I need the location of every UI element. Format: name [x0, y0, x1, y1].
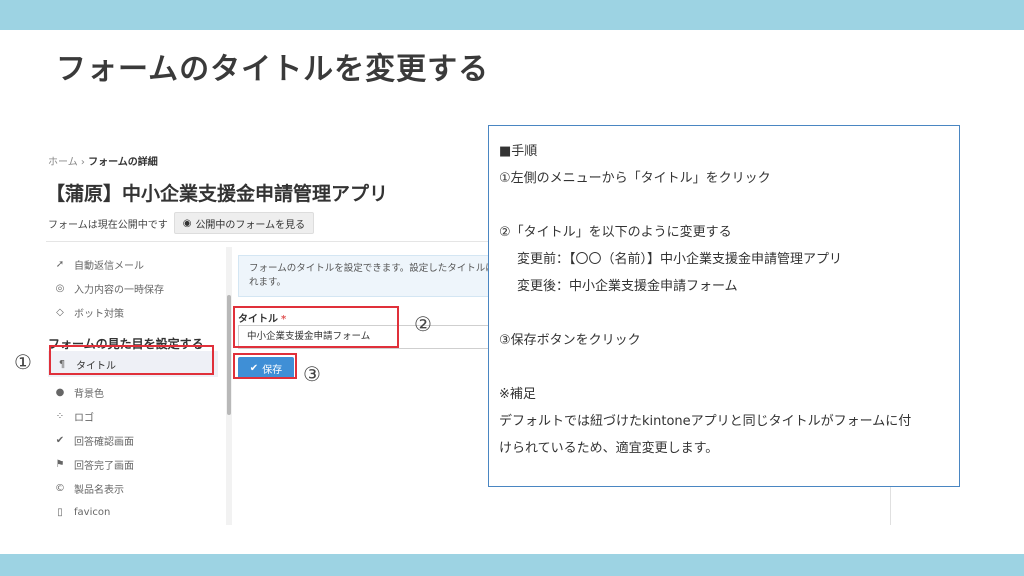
info-message-line: れます。 — [249, 277, 287, 288]
info-message: フォームのタイトルを設定できます。設定したタイトルは れます。 — [238, 255, 498, 297]
callout-three: ③ — [303, 362, 321, 386]
sidebar-item-confirm-screen[interactable]: ✔ 回答確認画面 — [54, 431, 134, 449]
note-spacer — [499, 300, 949, 327]
sidebar-item-label: 入力内容の一時保存 — [74, 284, 164, 296]
save-icon: ◎ — [55, 282, 65, 294]
sidebar-item-background[interactable]: ● 背景色 — [54, 383, 104, 401]
breadcrumb-home[interactable]: ホーム — [48, 157, 78, 168]
sidebar-item-label: 回答確認画面 — [74, 436, 134, 448]
paper-plane-icon: ➚ — [55, 258, 65, 270]
breadcrumb-separator: › — [80, 157, 85, 168]
sidebar-item-product-name[interactable]: © 製品名表示 — [54, 479, 124, 497]
sidebar-item-auto-reply[interactable]: ➚ 自動返信メール — [54, 255, 144, 273]
eye-icon: ◉ — [182, 217, 192, 229]
info-message-line: フォームのタイトルを設定できます。設定したタイトルは — [249, 263, 495, 274]
sidebar-item-favicon[interactable]: ▯ favicon — [54, 503, 110, 521]
note-step-2: ②「タイトル」を以下のように変更する — [499, 225, 732, 240]
note-supplement-heading: ※補足 — [499, 387, 536, 402]
public-status-text: フォームは現在公開中です — [48, 219, 168, 231]
sidebar-scrollbar-thumb[interactable] — [227, 295, 231, 415]
view-public-form-label: 公開中のフォームを見る — [195, 219, 306, 231]
flag-icon: ⚑ — [55, 458, 65, 470]
sidebar-item-temp-save[interactable]: ◎ 入力内容の一時保存 — [54, 279, 164, 297]
top-accent-band — [0, 0, 1024, 30]
note-heading: ■手順 — [499, 144, 538, 159]
sidebar-item-logo[interactable]: ⁘ ロゴ — [54, 407, 94, 425]
callout-two: ② — [414, 312, 432, 336]
sidebar-item-label: 回答完了画面 — [74, 460, 134, 472]
view-public-form-button[interactable]: ◉ 公開中のフォームを見る — [173, 212, 315, 234]
note-spacer — [499, 354, 949, 381]
settings-sidebar: ➚ 自動返信メール ◎ 入力内容の一時保存 ◇ ボット対策 フォームの見た目を設… — [46, 247, 236, 525]
note-step-1: ①左側のメニューから「タイトル」をクリック — [499, 171, 771, 186]
sidebar-item-bot-protection[interactable]: ◇ ボット対策 — [54, 303, 124, 321]
public-status-row: フォームは現在公開中です ◉ 公開中のフォームを見る — [48, 211, 315, 235]
note-supplement-line-1: デフォルトでは紐づけたkintoneアプリと同じタイトルがフォームに付 — [499, 414, 912, 429]
procedure-note: ■手順 ①左側のメニューから「タイトル」をクリック ②「タイトル」を以下のように… — [488, 125, 960, 487]
callout-one: ① — [14, 350, 32, 374]
logo-icon: ⁘ — [55, 410, 65, 422]
note-supplement-line-2: けられているため、適宜変更します。 — [499, 441, 719, 456]
breadcrumb-current: フォームの詳細 — [88, 157, 158, 168]
check-icon: ✔ — [55, 434, 65, 446]
sidebar-item-label: ロゴ — [74, 412, 94, 424]
sidebar-item-label: favicon — [74, 506, 111, 518]
sidebar-item-label: ボット対策 — [74, 308, 124, 320]
note-before: 変更前：【〇〇（名前）】中小企業支援金申請管理アプリ — [517, 252, 843, 267]
bookmark-icon: ▯ — [57, 506, 63, 518]
note-step-3: ③保存ボタンをクリック — [499, 333, 641, 348]
highlight-title-field — [233, 306, 399, 348]
sidebar-item-label: 製品名表示 — [74, 484, 124, 496]
highlight-title-menu — [49, 345, 214, 375]
sidebar-item-label: 背景色 — [74, 388, 104, 400]
note-spacer — [499, 192, 949, 219]
drop-icon: ● — [55, 386, 65, 398]
shield-icon: ◇ — [56, 306, 64, 318]
count-icon: © — [55, 482, 65, 494]
app-title: 【蒲原】中小企業支援金申請管理アプリ — [46, 183, 389, 205]
slide-title: フォームのタイトルを変更する — [56, 52, 490, 87]
breadcrumb: ホーム › フォームの詳細 — [48, 153, 158, 168]
sidebar-item-complete-screen[interactable]: ⚑ 回答完了画面 — [54, 455, 134, 473]
note-after: 変更後：中小企業支援金申請フォーム — [517, 279, 738, 294]
sidebar-item-label: 自動返信メール — [74, 260, 144, 272]
highlight-save-button — [233, 353, 297, 379]
bottom-accent-band — [0, 554, 1024, 576]
